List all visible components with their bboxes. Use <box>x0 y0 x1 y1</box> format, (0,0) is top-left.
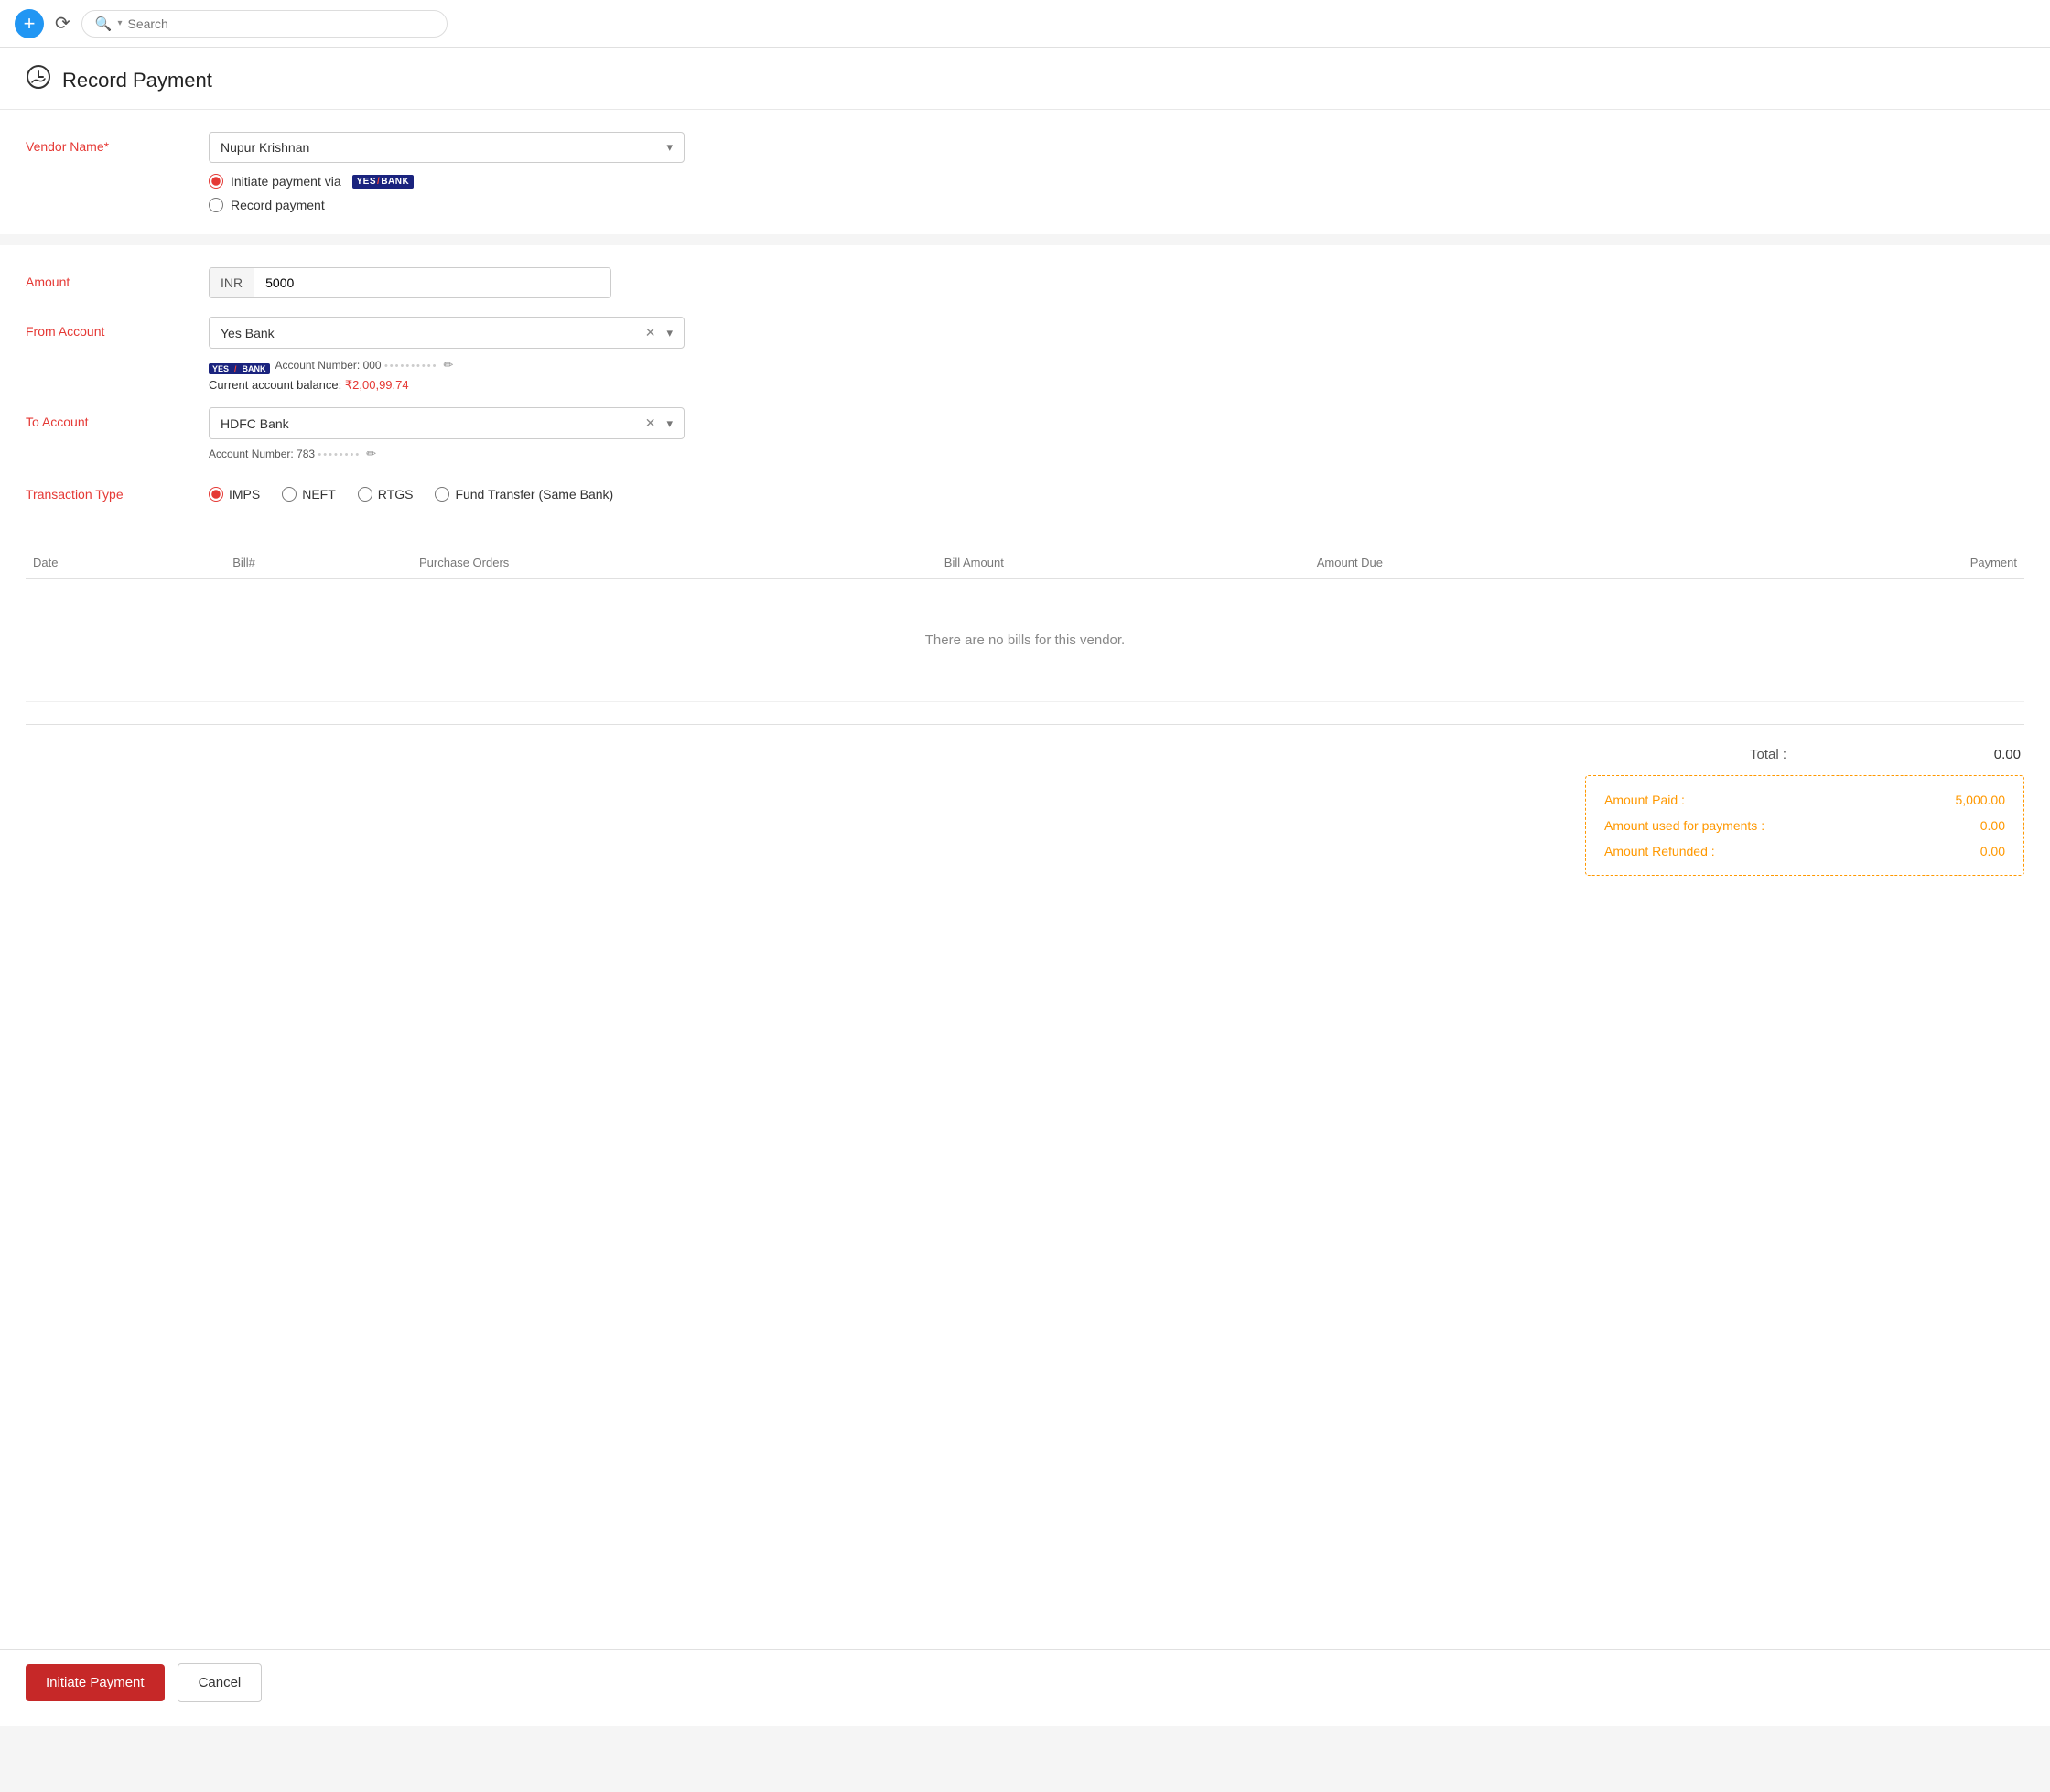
imps-radio[interactable] <box>209 487 223 502</box>
history-button[interactable]: ⟳ <box>55 12 70 35</box>
page-header: Record Payment <box>0 48 2050 110</box>
to-account-label: To Account <box>26 407 190 429</box>
amount-refunded-row: Amount Refunded : 0.00 <box>1604 844 2005 858</box>
rtgs-label: RTGS <box>378 487 414 502</box>
payment-summary-box: Amount Paid : 5,000.00 Amount used for p… <box>1585 775 2024 876</box>
vendor-chevron-icon: ▾ <box>666 140 673 155</box>
balance-row: Current account balance: ₹2,00,99.74 <box>209 378 685 393</box>
to-account-row: To Account HDFC Bank ✕ ▾ Account Number:… <box>26 407 2024 461</box>
rtgs-option[interactable]: RTGS <box>358 487 414 502</box>
bills-table: Date Bill# Purchase Orders Bill Amount A… <box>26 546 2024 702</box>
to-account-number-blurred: •••••••• <box>318 449 361 460</box>
amount-used-label: Amount used for payments : <box>1604 818 1764 833</box>
from-account-control: Yes Bank ✕ ▾ YES/BANK Account Number: 00… <box>209 317 685 393</box>
from-account-dropdown[interactable]: Yes Bank ✕ ▾ <box>209 317 685 349</box>
payment-method-row: Initiate payment via YES/BANK Record pay… <box>209 174 2024 212</box>
amount-used-value: 0.00 <box>1980 818 2005 833</box>
cancel-button[interactable]: Cancel <box>178 1663 263 1702</box>
imps-label: IMPS <box>229 487 260 502</box>
to-account-control: HDFC Bank ✕ ▾ Account Number: 783 ••••••… <box>209 407 685 461</box>
amount-currency: INR <box>210 268 254 297</box>
amount-paid-row: Amount Paid : 5,000.00 <box>1604 793 2005 807</box>
to-account-dropdown[interactable]: HDFC Bank ✕ ▾ <box>209 407 685 439</box>
from-account-value: Yes Bank <box>221 326 275 340</box>
col-bill-amount: Bill Amount <box>937 546 1310 579</box>
amount-used-row: Amount used for payments : 0.00 <box>1604 818 2005 833</box>
from-account-edit-icon[interactable]: ✏ <box>443 358 453 372</box>
from-account-chevron-icon: ▾ <box>666 326 673 340</box>
col-payment: Payment <box>1715 546 2024 579</box>
record-payment-radio[interactable] <box>209 198 223 212</box>
amount-paid-value: 5,000.00 <box>1956 793 2006 807</box>
record-payment-option[interactable]: Record payment <box>209 198 414 212</box>
neft-label: NEFT <box>302 487 336 502</box>
col-bill: Bill# <box>225 546 412 579</box>
transaction-type-group: IMPS NEFT RTGS Fund Transfer (Same Bank) <box>209 480 685 502</box>
from-account-clear-icon[interactable]: ✕ <box>645 325 656 340</box>
record-payment-icon <box>26 64 51 96</box>
add-button[interactable]: + <box>15 9 44 38</box>
empty-state: There are no bills for this vendor. <box>26 579 2024 702</box>
col-date: Date <box>26 546 225 579</box>
to-account-info: Account Number: 783 •••••••• ✏ <box>209 447 685 461</box>
transaction-type-control: IMPS NEFT RTGS Fund Transfer (Same Bank) <box>209 480 685 502</box>
amount-paid-label: Amount Paid : <box>1604 793 1685 807</box>
col-po: Purchase Orders <box>412 546 937 579</box>
from-account-info: YES/BANK Account Number: 000 •••••••••• … <box>209 356 685 374</box>
action-bar: Initiate Payment Cancel <box>0 1649 2050 1715</box>
vendor-dropdown[interactable]: Nupur Krishnan ▾ <box>209 132 685 163</box>
fund-transfer-radio[interactable] <box>435 487 449 502</box>
amount-refunded-value: 0.00 <box>1980 844 2005 858</box>
page-title: Record Payment <box>62 69 212 92</box>
amount-refunded-label: Amount Refunded : <box>1604 844 1715 858</box>
amount-label: Amount <box>26 267 190 289</box>
initiate-payment-label: Initiate payment via <box>231 174 345 189</box>
search-input[interactable] <box>127 16 433 31</box>
to-account-clear-icon[interactable]: ✕ <box>645 416 656 431</box>
amount-input[interactable] <box>254 268 610 297</box>
search-bar: 🔍 ▾ <box>81 10 448 38</box>
from-account-number: Account Number: 000 •••••••••• <box>275 359 438 372</box>
neft-radio[interactable] <box>282 487 297 502</box>
amount-row: Amount INR <box>26 267 2024 298</box>
transaction-type-label: Transaction Type <box>26 480 190 502</box>
from-account-label: From Account <box>26 317 190 339</box>
fund-transfer-option[interactable]: Fund Transfer (Same Bank) <box>435 487 613 502</box>
initiate-payment-option[interactable]: Initiate payment via YES/BANK <box>209 174 414 189</box>
amount-control: INR <box>209 267 685 298</box>
imps-option[interactable]: IMPS <box>209 487 260 502</box>
total-row: Total : 0.00 <box>1750 747 2024 762</box>
balance-amount: ₹2,00,99.74 <box>345 378 409 392</box>
main-content: Vendor Name* Nupur Krishnan ▾ Initiate p… <box>0 110 2050 1726</box>
total-label: Total : <box>1750 747 1786 762</box>
col-amount-due: Amount Due <box>1310 546 1715 579</box>
vendor-label: Vendor Name* <box>26 132 190 154</box>
vendor-row: Vendor Name* Nupur Krishnan ▾ <box>26 132 2024 163</box>
initiate-payment-radio[interactable] <box>209 174 223 189</box>
to-account-value: HDFC Bank <box>221 416 289 431</box>
total-value: 0.00 <box>1994 747 2021 762</box>
to-account-number: Account Number: 783 •••••••• <box>209 448 361 460</box>
yes-bank-badge: YES/BANK <box>352 175 415 189</box>
vendor-value: Nupur Krishnan <box>221 140 309 155</box>
topbar: + ⟳ 🔍 ▾ <box>0 0 2050 48</box>
payment-method-group: Initiate payment via YES/BANK Record pay… <box>209 174 414 212</box>
rtgs-radio[interactable] <box>358 487 372 502</box>
account-number-blurred: •••••••••• <box>384 361 438 372</box>
yes-bank-small-badge: YES/BANK <box>209 363 270 374</box>
to-account-chevron-icon: ▾ <box>666 416 673 431</box>
record-payment-label: Record payment <box>231 198 325 212</box>
to-account-edit-icon[interactable]: ✏ <box>366 447 376 461</box>
fund-transfer-label: Fund Transfer (Same Bank) <box>455 487 613 502</box>
search-icon: 🔍 <box>95 16 113 32</box>
vendor-control: Nupur Krishnan ▾ <box>209 132 685 163</box>
transaction-type-row: Transaction Type IMPS NEFT RTGS Fund Tra… <box>26 480 2024 502</box>
bottom-divider <box>26 724 2024 725</box>
neft-option[interactable]: NEFT <box>282 487 336 502</box>
from-account-row: From Account Yes Bank ✕ ▾ YES/BANK Accou… <box>26 317 2024 393</box>
empty-message: There are no bills for this vendor. <box>33 588 2017 692</box>
amount-field: INR <box>209 267 611 298</box>
initiate-payment-button[interactable]: Initiate Payment <box>26 1664 165 1701</box>
search-caret-icon: ▾ <box>117 18 122 28</box>
